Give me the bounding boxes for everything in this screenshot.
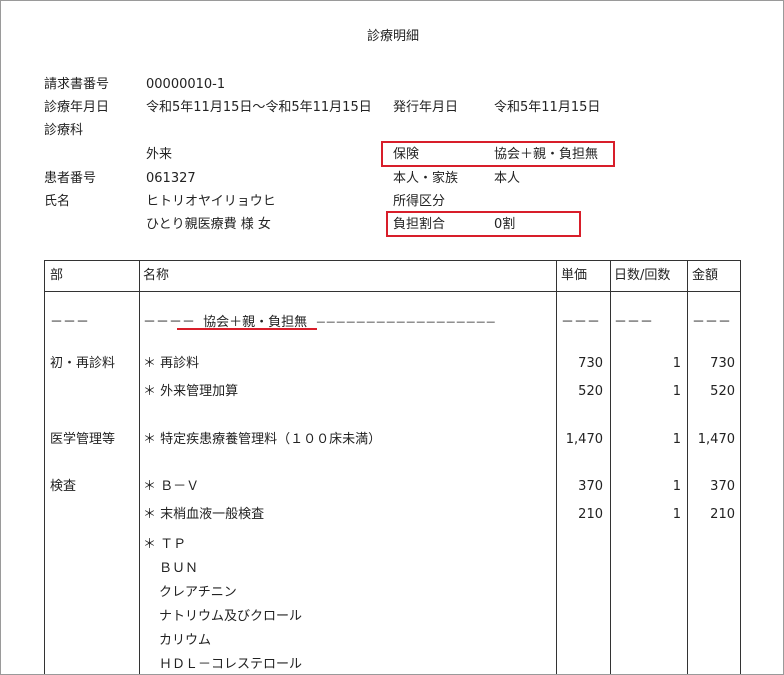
dash-row-section: －－－	[50, 315, 90, 330]
patient-number-label: 患者番号	[44, 171, 97, 186]
insurance-label: 保険	[393, 147, 420, 162]
treatment-date-label: 診療年月日	[44, 100, 110, 115]
name-kana-value: ヒトリオヤイリョウヒ	[146, 194, 276, 209]
burden-ratio-value: 0割	[494, 217, 516, 232]
header-days-count: 日数/回数	[614, 268, 671, 283]
row-name: ＊ 末梢血液一般検査	[143, 507, 265, 522]
relation-value: 本人	[494, 171, 521, 186]
row-unit-price: 210	[578, 507, 603, 522]
insurance-underline	[177, 328, 317, 330]
dash-row-days: －－－	[614, 315, 654, 330]
row-name: ＢＵＮ	[159, 561, 199, 576]
row-unit-price: 370	[578, 479, 603, 494]
department-value: 外来	[146, 147, 173, 162]
issue-date-value: 令和5年11月15日	[494, 100, 601, 115]
row-unit-price: 730	[578, 356, 603, 371]
header-section: 部	[50, 268, 64, 283]
table-border-left	[44, 260, 45, 674]
income-category-label: 所得区分	[393, 194, 446, 209]
department-label: 診療科	[44, 123, 84, 138]
row-amount: 520	[710, 384, 735, 399]
row-section: 検査	[50, 479, 77, 494]
table-top-border	[44, 260, 741, 261]
row-name: ＊ Ｂ－Ｖ	[143, 479, 200, 494]
name-value: ひとり親医療費 様 女	[146, 217, 271, 232]
row-name: ＨＤＬ－コレステロール	[159, 657, 303, 672]
page-title: 診療明細	[367, 29, 420, 44]
row-amount: 370	[710, 479, 735, 494]
row-section: 医学管理等	[50, 432, 116, 447]
invoice-number-label: 請求書番号	[44, 77, 110, 92]
row-name: ナトリウム及びクロール	[159, 609, 303, 624]
row-name: カリウム	[159, 633, 212, 648]
row-days: 1	[672, 432, 681, 447]
dash-row-suffix: －－－－－－－－－－－－－－－－－－	[315, 316, 496, 329]
table-col-divider-1	[139, 260, 140, 674]
header-amount: 金額	[692, 268, 719, 283]
row-amount: 1,470	[697, 432, 735, 447]
header-name: 名称	[143, 268, 170, 283]
treatment-date-value: 令和5年11月15日～令和5年11月15日	[146, 100, 372, 115]
row-unit-price: 1,470	[565, 432, 603, 447]
row-name: クレアチニン	[159, 585, 237, 600]
dash-row-amount: －－－	[692, 315, 732, 330]
burden-ratio-label: 負担割合	[393, 217, 446, 232]
document-page: 診療明細 請求書番号 00000010-1 診療年月日 令和5年11月15日～令…	[0, 0, 784, 675]
table-col-divider-4	[687, 260, 688, 674]
row-name: ＊ 外来管理加算	[143, 384, 239, 399]
row-name: ＊ 特定疾患療養管理料（１００床未満）	[143, 432, 382, 447]
row-days: 1	[672, 479, 681, 494]
row-amount: 210	[710, 507, 735, 522]
dash-row-unit: －－－	[561, 315, 601, 330]
row-section: 初・再診料	[50, 356, 116, 371]
table-border-right	[740, 260, 741, 674]
row-days: 1	[672, 384, 681, 399]
insurance-value: 協会＋親・負担無	[494, 147, 599, 162]
invoice-number-value: 00000010-1	[146, 77, 226, 92]
table-header-divider	[44, 291, 741, 292]
row-name: ＊ 再診料	[143, 356, 200, 371]
row-amount: 730	[710, 356, 735, 371]
relation-label: 本人・家族	[393, 171, 459, 186]
table-col-divider-3	[610, 260, 611, 674]
row-days: 1	[672, 356, 681, 371]
row-unit-price: 520	[578, 384, 603, 399]
table-col-divider-2	[556, 260, 557, 674]
header-unit-price: 単価	[561, 268, 588, 283]
issue-date-label: 発行年月日	[393, 100, 459, 115]
row-name: ＊ ＴＰ	[143, 537, 187, 552]
name-label: 氏名	[44, 194, 71, 209]
patient-number-value: 061327	[146, 171, 196, 186]
row-days: 1	[672, 507, 681, 522]
